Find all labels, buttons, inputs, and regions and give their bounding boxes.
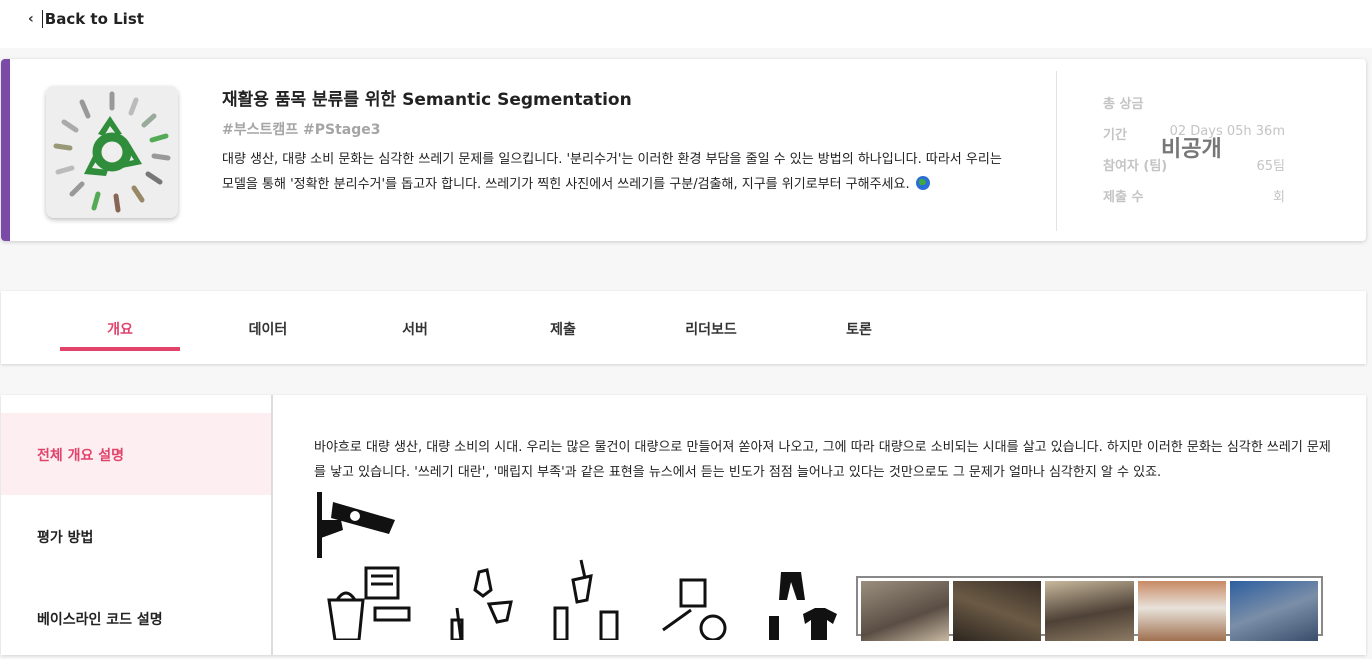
waste-photo xyxy=(1229,581,1319,641)
stat-submissions: 제출 수 회 xyxy=(1103,182,1285,213)
tab-overview[interactable]: 개요 xyxy=(60,319,180,339)
sidebar-item-label: 베이스라인 코드 설명 xyxy=(37,612,163,628)
top-bar: ‹ Back to List xyxy=(0,0,1372,48)
newspaper-bag-icon xyxy=(327,566,411,640)
card-divider xyxy=(1056,71,1057,231)
overview-text: 바야흐로 대량 생산, 대량 소비의 시대. 우리는 많은 물건이 대량으로 만… xyxy=(314,440,1331,480)
waste-photo xyxy=(861,581,950,641)
back-label: Back to List xyxy=(44,10,144,28)
stat-label: 기간 xyxy=(1103,128,1127,143)
overview-content: 전체 개요 설명 평가 방법 베이스라인 코드 설명 바야흐로 대량 생산, 대… xyxy=(1,395,1366,655)
text-cursor xyxy=(41,10,43,28)
tab-discussion[interactable]: 토론 xyxy=(799,319,919,339)
waste-photo xyxy=(953,581,1042,641)
sidebar-item-overview[interactable]: 전체 개요 설명 xyxy=(1,413,271,495)
stat-value: 65팀 xyxy=(1256,159,1285,174)
tab-leaderboard[interactable]: 리더보드 xyxy=(651,319,771,339)
cctv-icon xyxy=(317,492,395,558)
tab-submit[interactable]: 제출 xyxy=(503,319,623,339)
stat-value: 회 xyxy=(1273,190,1285,205)
private-overlay: 비공개 xyxy=(1161,137,1222,162)
waste-photo-strip xyxy=(856,576,1323,641)
description-text: 대량 생산, 대량 소비 문화는 심각한 쓰레기 문제를 일으킵니다. '분리수… xyxy=(222,152,1002,192)
chevron-left-icon: ‹ xyxy=(28,11,34,27)
bottles-icon xyxy=(450,568,513,640)
card-accent-bar xyxy=(1,59,10,241)
waste-photo xyxy=(1137,581,1226,641)
sidebar-item-evaluation[interactable]: 평가 방법 xyxy=(1,495,271,577)
sidebar-item-label: 평가 방법 xyxy=(37,530,94,546)
competition-card: 재활용 품목 분류를 위한 Semantic Segmentation #부스트… xyxy=(1,59,1366,241)
stat-prize: 총 상금 xyxy=(1103,89,1285,120)
active-tab-indicator xyxy=(60,347,180,351)
sidebar-item-baseline[interactable]: 베이스라인 코드 설명 xyxy=(1,577,271,659)
overview-sidebar: 전체 개요 설명 평가 방법 베이스라인 코드 설명 xyxy=(1,395,273,655)
clothes-icon xyxy=(769,572,837,640)
waste-photo xyxy=(1045,581,1134,641)
can-tools-icon xyxy=(662,578,727,640)
recycle-icon xyxy=(53,91,171,213)
tab-data[interactable]: 데이터 xyxy=(208,319,328,339)
cups-icon xyxy=(553,559,619,640)
stat-label: 제출 수 xyxy=(1103,190,1144,205)
tab-server[interactable]: 서버 xyxy=(355,319,475,339)
stat-label: 총 상금 xyxy=(1103,97,1144,112)
competition-thumbnail xyxy=(46,86,178,218)
stat-label: 참여자 (팀) xyxy=(1103,159,1168,174)
competition-description: 대량 생산, 대량 소비 문화는 심각한 쓰레기 문제를 일으킵니다. '분리수… xyxy=(222,147,1002,197)
waste-illustration xyxy=(317,492,837,640)
globe-icon xyxy=(915,176,930,190)
back-to-list-link[interactable]: ‹ Back to List xyxy=(28,10,144,28)
tab-bar: 개요 데이터 서버 제출 리더보드 토론 xyxy=(1,291,1366,364)
competition-title: 재활용 품목 분류를 위한 Semantic Segmentation xyxy=(222,90,632,110)
sidebar-item-label: 전체 개요 설명 xyxy=(37,448,125,464)
competition-tags: #부스트캠프 #PStage3 xyxy=(222,122,381,138)
